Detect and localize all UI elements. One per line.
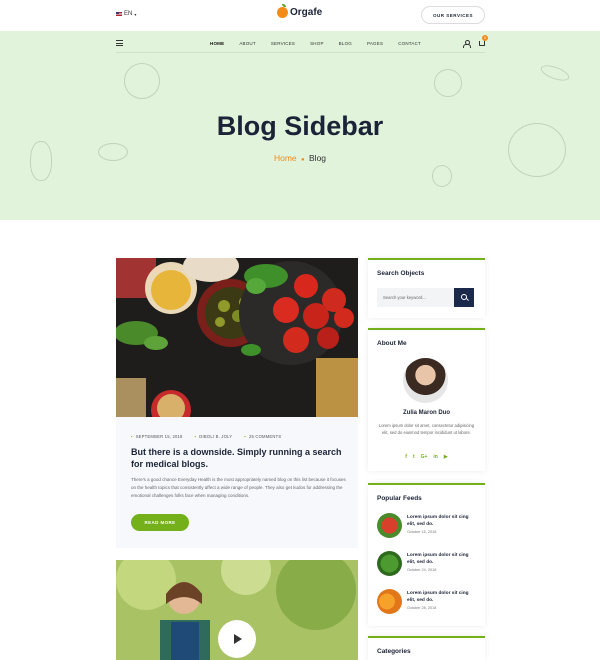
about-widget-title: About Me — [377, 340, 407, 347]
search-widget-title: Search Objects — [377, 270, 425, 277]
facebook-icon[interactable]: f — [405, 454, 407, 460]
post-comments[interactable]: 25 COMMENTS — [244, 434, 281, 439]
avatar — [403, 358, 448, 403]
flag-icon — [116, 12, 122, 16]
nav-item-blog[interactable]: BLOG — [339, 41, 352, 46]
breadcrumb: Home ● Blog — [0, 153, 600, 163]
feed-title[interactable]: Lorem ipsum dolor sit cing elit, sed do. — [407, 591, 477, 604]
categories-widget: Categories — [368, 636, 485, 660]
breadcrumb-separator: ● — [301, 157, 305, 163]
feed-title[interactable]: Lorem ipsum dolor sit cing elit, sed do. — [407, 515, 477, 528]
nav-item-about[interactable]: ABOUT — [239, 41, 256, 46]
search-input[interactable]: Search your keyword... — [377, 288, 454, 307]
feed-item[interactable]: Lorem ipsum dolor sit cing elit, sed do.… — [377, 551, 477, 577]
feed-date: October 24, 2018 — [407, 568, 437, 572]
post-title[interactable]: But there is a downside. Simply running … — [131, 446, 351, 470]
linkedin-icon[interactable]: in — [433, 454, 437, 460]
post-meta: SEPTEMBER 15, 2018 DIBOLI B. JOLY 25 COM… — [131, 434, 282, 439]
play-button[interactable] — [218, 620, 256, 658]
garlic-sketch-icon — [432, 165, 452, 187]
about-widget: About Me Zulia Maron Duo Lorem ipsum dol… — [368, 328, 485, 471]
orange-icon — [277, 4, 288, 18]
our-services-button[interactable]: OUR SERVICES — [421, 6, 485, 24]
feed-thumbnail — [377, 551, 402, 576]
search-button[interactable] — [454, 288, 474, 307]
about-text: Lorem ipsum dolor sit amet, consectetur … — [378, 423, 475, 435]
categories-widget-title: Categories — [377, 648, 411, 655]
food-photo — [116, 258, 358, 417]
pepper-sketch-icon — [538, 62, 572, 84]
user-icon[interactable] — [463, 40, 471, 48]
feed-thumbnail — [377, 589, 402, 614]
feed-title[interactable]: Lorem ipsum dolor sit cing elit, sed do. — [407, 553, 477, 566]
chevron-down-icon: ▾ — [134, 11, 137, 17]
post-image[interactable] — [116, 258, 358, 417]
page-title: Blog Sidebar — [216, 111, 384, 141]
post-date: SEPTEMBER 15, 2018 — [131, 434, 183, 439]
hamburger-menu-icon[interactable] — [116, 40, 123, 46]
social-links: f t G+ in ▶ — [368, 454, 485, 460]
about-name: Zulia Maron Duo — [403, 410, 450, 416]
cart-count-badge: 0 — [482, 35, 488, 41]
post-author[interactable]: DIBOLI B. JOLY — [195, 434, 233, 439]
feed-item[interactable]: Lorem ipsum dolor sit cing elit, sed do.… — [377, 513, 477, 539]
feed-item[interactable]: Lorem ipsum dolor sit cing elit, sed do.… — [377, 589, 477, 615]
main-nav: HOME ABOUT SERVICES SHOP BLOG PAGES CONT… — [116, 35, 488, 53]
breadcrumb-current: Blog — [309, 153, 327, 163]
twitter-icon[interactable]: t — [413, 454, 415, 460]
blog-post-card: SEPTEMBER 15, 2018 DIBOLI B. JOLY 25 COM… — [116, 258, 358, 548]
page-hero: HOME ABOUT SERVICES SHOP BLOG PAGES CONT… — [0, 31, 600, 220]
nav-item-services[interactable]: SERVICES — [271, 41, 295, 46]
apple-sketch-icon — [434, 69, 462, 97]
nav-item-shop[interactable]: SHOP — [310, 41, 324, 46]
language-label: EN — [124, 11, 133, 17]
popular-feeds-widget: Popular Feeds Lorem ipsum dolor sit cing… — [368, 483, 485, 626]
search-widget: Search Objects Search your keyword... — [368, 258, 485, 318]
post-excerpt: There's a good chance Everyday Health is… — [131, 477, 346, 498]
nav-menu: HOME ABOUT SERVICES SHOP BLOG PAGES CONT… — [210, 41, 436, 46]
language-selector[interactable]: EN ▾ — [116, 11, 136, 17]
video-post-card — [116, 560, 358, 660]
cart-icon[interactable] — [479, 41, 485, 46]
breadcrumb-home[interactable]: Home — [274, 153, 297, 163]
google-plus-icon[interactable]: G+ — [421, 454, 428, 460]
youtube-icon[interactable]: ▶ — [444, 454, 448, 460]
feeds-widget-title: Popular Feeds — [377, 495, 422, 502]
nav-item-contact[interactable]: CONTACT — [398, 41, 421, 46]
logo-text: Orgafe — [290, 7, 323, 18]
top-bar: EN ▾ Orgafe OUR SERVICES — [0, 0, 600, 31]
nav-item-home[interactable]: HOME — [210, 41, 224, 46]
tomato-sketch-icon — [124, 63, 160, 99]
site-logo[interactable]: Orgafe — [277, 4, 323, 18]
feed-date: October 15, 2018 — [407, 530, 437, 534]
read-more-button[interactable]: READ MORE — [131, 514, 189, 531]
feed-date: October 28, 2018 — [407, 606, 437, 610]
nav-item-pages[interactable]: PAGES — [367, 41, 383, 46]
feed-thumbnail — [377, 513, 402, 538]
